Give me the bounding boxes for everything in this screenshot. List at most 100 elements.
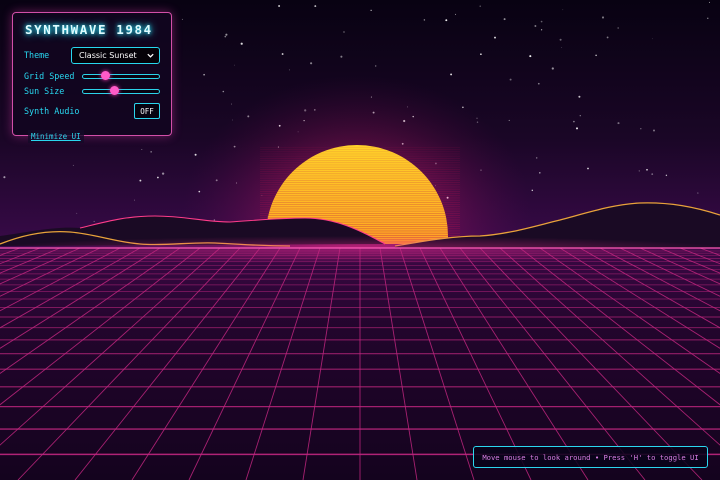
sun-scanline bbox=[260, 155, 460, 157]
theme-label: Theme bbox=[24, 50, 50, 60]
sun-scanline bbox=[260, 182, 460, 183]
star bbox=[157, 176, 159, 179]
star bbox=[240, 42, 243, 45]
star bbox=[709, 1, 710, 3]
sun-scanline bbox=[260, 147, 460, 148]
grid-speed-label: Grid Speed bbox=[24, 70, 75, 81]
sun-scanline bbox=[260, 162, 460, 164]
star bbox=[595, 54, 597, 57]
star bbox=[231, 103, 232, 105]
sun-scanline bbox=[260, 204, 460, 205]
star bbox=[374, 65, 377, 67]
synth-audio-label: Synth Audio bbox=[24, 106, 80, 116]
sun-scanline bbox=[260, 188, 460, 190]
star bbox=[134, 199, 135, 201]
sun-scanline bbox=[260, 151, 460, 153]
sun-scanline bbox=[260, 191, 460, 192]
sun-scanline bbox=[260, 158, 460, 159]
theme-select-value: Classic Sunset bbox=[79, 50, 137, 60]
synth-audio-toggle[interactable]: OFF bbox=[134, 103, 160, 119]
star bbox=[575, 127, 579, 130]
sun-scanline bbox=[260, 149, 460, 150]
star bbox=[640, 127, 642, 130]
star bbox=[665, 174, 668, 177]
sun-scanline bbox=[260, 175, 460, 177]
star bbox=[578, 95, 581, 98]
app-title: SYNTHWAVE 1984 bbox=[25, 22, 153, 37]
sun-scanline bbox=[260, 153, 460, 155]
star bbox=[601, 16, 605, 19]
star bbox=[540, 29, 543, 31]
star bbox=[278, 5, 281, 7]
sun-scanline bbox=[260, 206, 460, 208]
sun-size-slider[interactable] bbox=[82, 85, 160, 96]
sun-size-thumb[interactable] bbox=[110, 85, 120, 95]
star bbox=[559, 38, 562, 41]
star bbox=[222, 90, 225, 93]
minimize-ui-button[interactable]: Minimize UI bbox=[28, 130, 84, 143]
sun-scanline bbox=[260, 184, 460, 186]
star bbox=[508, 119, 510, 121]
star bbox=[638, 170, 640, 172]
sun-scanline bbox=[260, 195, 460, 197]
sun-scanline bbox=[260, 164, 460, 166]
sun-scanline bbox=[260, 180, 460, 181]
controls-hint: Move mouse to look around • Press 'H' to… bbox=[473, 446, 708, 468]
star bbox=[370, 9, 372, 11]
star bbox=[423, 19, 426, 21]
star bbox=[479, 5, 481, 7]
star bbox=[617, 27, 619, 29]
star bbox=[150, 151, 152, 153]
sun-size-row: Sun Size bbox=[24, 84, 160, 97]
star bbox=[494, 36, 496, 39]
star bbox=[340, 55, 343, 58]
sun-scanline bbox=[260, 171, 460, 172]
star bbox=[314, 5, 317, 8]
star bbox=[445, 19, 448, 22]
star bbox=[203, 73, 205, 76]
star bbox=[579, 115, 581, 117]
sun-scanline bbox=[260, 173, 460, 175]
synth-audio-row: Synth Audio OFF bbox=[24, 102, 160, 120]
star bbox=[562, 9, 564, 11]
sun-scanline bbox=[260, 197, 460, 199]
star bbox=[161, 172, 165, 175]
star bbox=[288, 69, 290, 71]
sun-scanline bbox=[260, 166, 460, 168]
sun-scanline bbox=[260, 210, 460, 212]
sun-size-track bbox=[82, 88, 160, 94]
star bbox=[455, 13, 457, 15]
star bbox=[76, 212, 78, 214]
star bbox=[561, 47, 563, 48]
sun-scanline bbox=[260, 160, 460, 161]
star bbox=[529, 55, 532, 58]
grid-speed-slider[interactable] bbox=[82, 70, 160, 81]
star bbox=[606, 36, 609, 39]
star bbox=[343, 31, 345, 33]
star bbox=[587, 167, 589, 170]
star bbox=[653, 129, 655, 132]
theme-select[interactable]: Classic Sunset bbox=[71, 46, 160, 64]
star bbox=[281, 53, 284, 55]
star bbox=[534, 25, 537, 27]
star bbox=[234, 64, 236, 66]
star bbox=[651, 173, 654, 175]
sun-size-label: Sun Size bbox=[24, 85, 65, 96]
sun-scanline bbox=[260, 199, 460, 201]
star bbox=[225, 33, 228, 36]
star bbox=[617, 122, 620, 125]
star bbox=[310, 62, 313, 65]
star bbox=[503, 18, 506, 21]
star bbox=[224, 35, 227, 38]
star bbox=[93, 220, 95, 222]
star bbox=[535, 157, 538, 159]
sun-scanline bbox=[260, 186, 460, 188]
sun-scanline bbox=[260, 177, 460, 179]
star bbox=[509, 78, 512, 81]
star bbox=[480, 53, 482, 56]
sun-scanline bbox=[260, 202, 460, 203]
grid-speed-thumb[interactable] bbox=[100, 70, 110, 80]
star bbox=[72, 164, 74, 166]
sun-scanline bbox=[260, 215, 460, 216]
star bbox=[551, 67, 554, 70]
